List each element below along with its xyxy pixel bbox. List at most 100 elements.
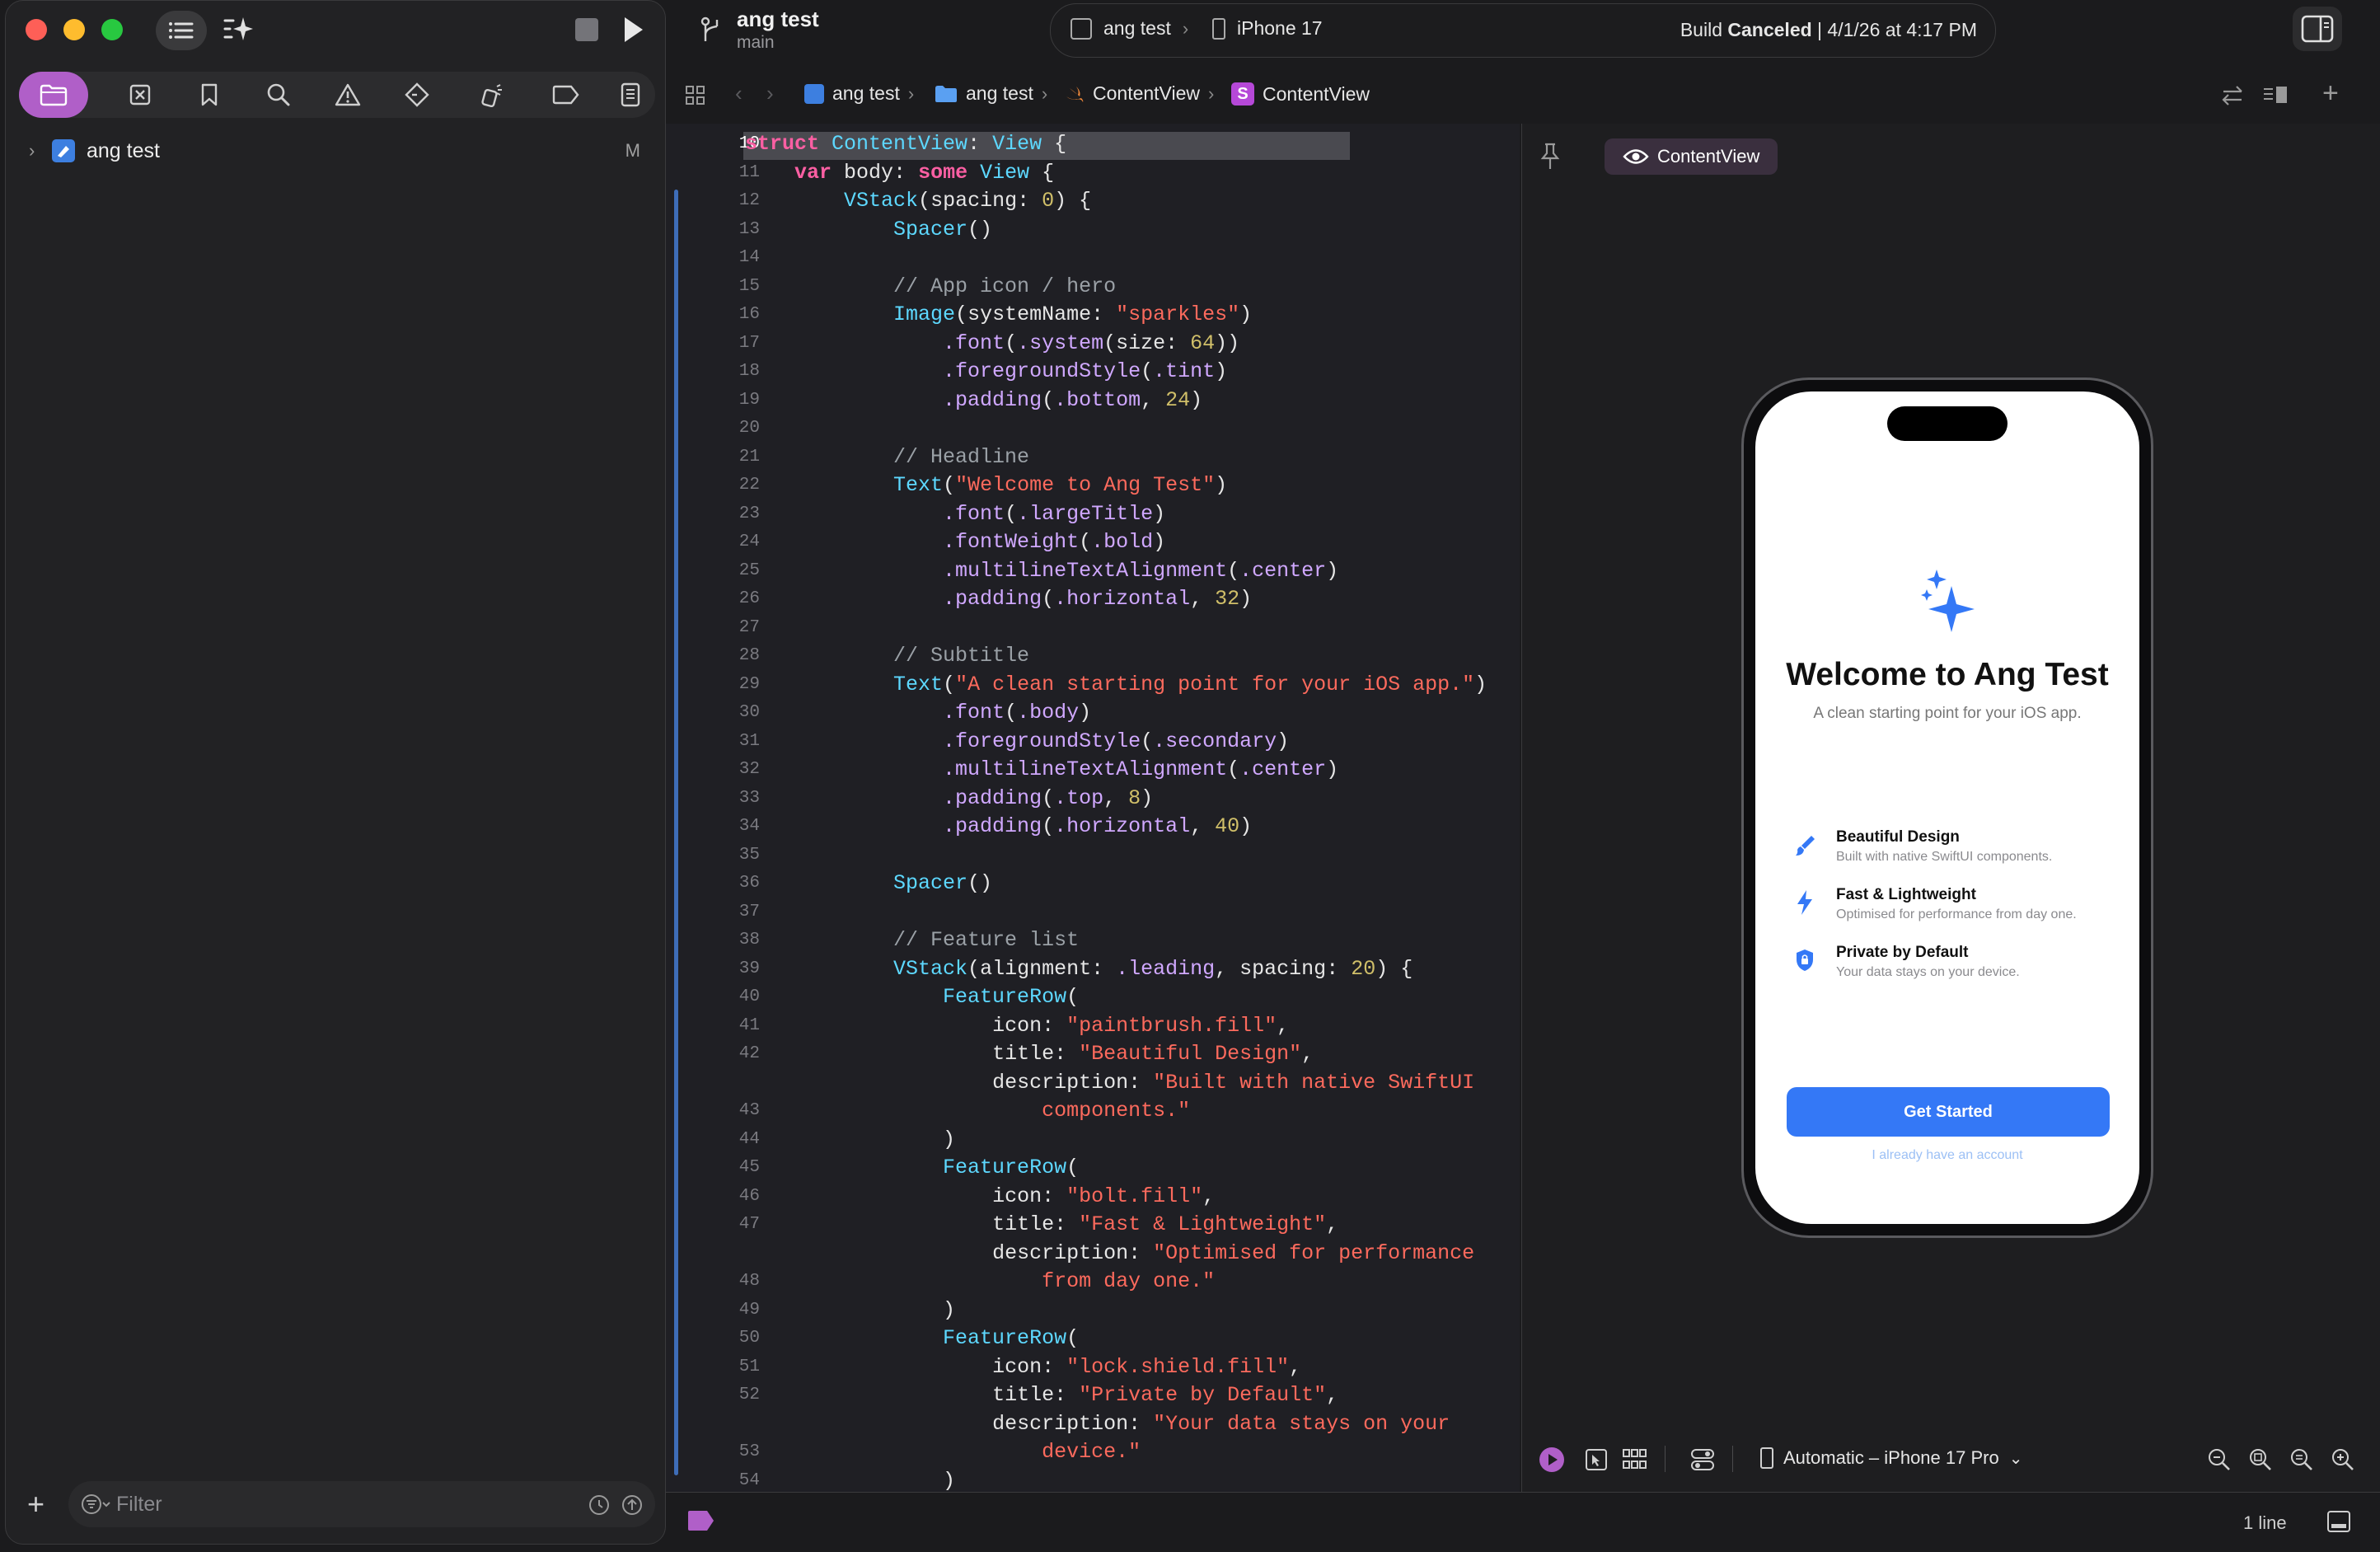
code-line: title: "Beautiful Design",: [992, 1042, 1314, 1066]
build-status-value: Canceled: [1727, 19, 1812, 40]
inspector-toggle-button[interactable]: [2293, 7, 2342, 51]
iphone-icon: [1212, 17, 1225, 40]
selectable-mode-icon[interactable]: [1584, 1447, 1609, 1472]
code-line: FeatureRow(: [943, 1326, 1080, 1350]
actual-size-icon[interactable]: [2289, 1447, 2314, 1472]
add-file-button[interactable]: +: [27, 1484, 60, 1524]
dynamic-island: [1887, 406, 2008, 441]
test-diamond-icon: [405, 82, 429, 107]
code-line: icon: "lock.shield.fill",: [992, 1354, 1302, 1379]
sparkles-icon: [1921, 570, 1975, 632]
issue-navigator-tab[interactable]: [319, 72, 377, 118]
debug-navigator-tab[interactable]: [464, 72, 522, 118]
toolbar-divider: [1665, 1446, 1666, 1472]
navigator-sidebar: › ang test M + Filter: [5, 0, 666, 1545]
project-title[interactable]: ang test: [737, 7, 819, 32]
code-line: from day one.": [1042, 1269, 1216, 1293]
change-bar: [674, 190, 678, 1475]
code-line: var body: some View {: [794, 160, 1055, 185]
code-line: .foregroundStyle(.tint): [943, 359, 1228, 383]
feature-description: Built with native SwiftUI components.: [1836, 850, 2053, 864]
build-status[interactable]: Build Canceled | 4/1/26 at 4:17 PM: [1680, 19, 1977, 41]
live-preview-button[interactable]: [1539, 1447, 1564, 1472]
project-navigator-tab[interactable]: [19, 72, 88, 118]
search-icon: [267, 83, 290, 106]
code-line: VStack(spacing: 0) {: [844, 189, 1092, 213]
filter-icon: [82, 1494, 110, 1514]
related-items-icon[interactable]: [2220, 84, 2245, 107]
report-icon: [621, 82, 640, 107]
breakpoint-icon: [552, 85, 579, 105]
bookmark-navigator-tab[interactable]: [180, 72, 238, 118]
breadcrumb-symbol[interactable]: S ContentView: [1231, 82, 1370, 105]
get-started-button[interactable]: Get Started: [1787, 1087, 2110, 1137]
pin-icon[interactable]: [1539, 142, 1562, 171]
feature-description: Your data stays on your device.: [1836, 965, 2020, 979]
code-line: ): [745, 1127, 956, 1151]
forward-button[interactable]: ›: [766, 81, 774, 106]
code-line: Spacer(): [893, 217, 993, 241]
code-line: .fontWeight(.bold): [943, 530, 1166, 554]
window-toolbar: ang test main ang test › iPhone 17 Build…: [575, 0, 2380, 64]
code-line: // Subtitle: [893, 644, 1030, 668]
line-number: 37: [738, 902, 760, 921]
breadcrumb-folder[interactable]: ang test ›: [935, 82, 1047, 105]
add-editor-button[interactable]: +: [2322, 77, 2339, 110]
device-settings-icon[interactable]: [1689, 1447, 1716, 1472]
code-line: .padding(.horizontal, 40): [943, 814, 1253, 838]
line-count: 1 line: [2243, 1512, 2287, 1533]
code-line: Text("A clean starting point for your iO…: [893, 672, 1488, 696]
minimize-window-button[interactable]: [63, 19, 85, 40]
variants-icon[interactable]: [1622, 1447, 1648, 1472]
existing-account-link[interactable]: I already have an account: [1755, 1148, 2139, 1163]
eye-icon: [1623, 149, 1649, 164]
destination-selector[interactable]: iPhone 17: [1212, 17, 1323, 40]
app-preview-screen[interactable]: Welcome to Ang Test A clean starting poi…: [1755, 392, 2139, 1224]
back-button[interactable]: ‹: [735, 81, 743, 106]
source-control-filter-icon[interactable]: [621, 1493, 644, 1517]
code-line: // App icon / hero: [893, 274, 1117, 298]
preview-device-selector[interactable]: Automatic – iPhone 17 Pro ⌄: [1760, 1447, 2022, 1469]
stop-button[interactable]: [575, 18, 598, 41]
test-navigator-tab[interactable]: [388, 72, 446, 118]
close-window-button[interactable]: [26, 19, 47, 40]
code-line: // Feature list: [893, 928, 1080, 952]
debug-area-toggle-icon[interactable]: [2326, 1509, 2352, 1534]
source-control-navigator-tab[interactable]: [111, 72, 169, 118]
run-button[interactable]: [620, 15, 646, 45]
code-line: Spacer(): [893, 871, 993, 895]
breadcrumb-folder-label: ang test: [966, 82, 1033, 104]
navigator-filter-field[interactable]: Filter: [68, 1481, 655, 1527]
branch-icon: [700, 16, 719, 41]
swift-file-icon: [1066, 86, 1084, 102]
project-tree-item[interactable]: › ang test M: [29, 134, 655, 167]
app-scheme-icon: [1071, 17, 1092, 40]
paintbrush-icon: [1796, 836, 1815, 856]
source-editor[interactable]: 10 struct ContentView: View {11 var body:…: [666, 124, 1520, 1492]
breakpoints-toggle-icon[interactable]: [686, 1509, 715, 1532]
zoom-to-fit-icon[interactable]: [2248, 1447, 2273, 1472]
zoom-in-icon[interactable]: [2331, 1447, 2355, 1472]
breakpoint-navigator-tab[interactable]: [536, 72, 594, 118]
preview-tag[interactable]: ContentView: [1605, 138, 1778, 175]
grid-icon[interactable]: [684, 84, 707, 107]
zoom-window-button[interactable]: [101, 19, 123, 40]
scheme-selector[interactable]: ang test ›: [1071, 17, 1188, 40]
report-navigator-tab[interactable]: [606, 72, 655, 118]
coding-assistant-button[interactable]: [217, 12, 256, 49]
breadcrumb-file[interactable]: ContentView ›: [1065, 82, 1214, 105]
breadcrumb-project[interactable]: ang test ›: [804, 82, 914, 105]
iphone-icon: [1760, 1447, 1773, 1469]
recent-files-icon[interactable]: [588, 1493, 611, 1517]
navigator-toggle-button[interactable]: [156, 11, 207, 50]
breadcrumb-project-label: ang test: [832, 82, 900, 104]
find-navigator-tab[interactable]: [250, 72, 307, 118]
navigator-selector-bar: [19, 72, 655, 118]
toolbar-divider: [1732, 1446, 1733, 1472]
code-line: .foregroundStyle(.secondary): [943, 729, 1290, 753]
zoom-out-icon[interactable]: [2207, 1447, 2232, 1472]
line-number: 14: [738, 248, 760, 267]
code-line: VStack(alignment: .leading, spacing: 20)…: [893, 956, 1413, 981]
editor-options-icon[interactable]: [2261, 84, 2289, 107]
disclosure-chevron-icon[interactable]: ›: [29, 140, 52, 162]
